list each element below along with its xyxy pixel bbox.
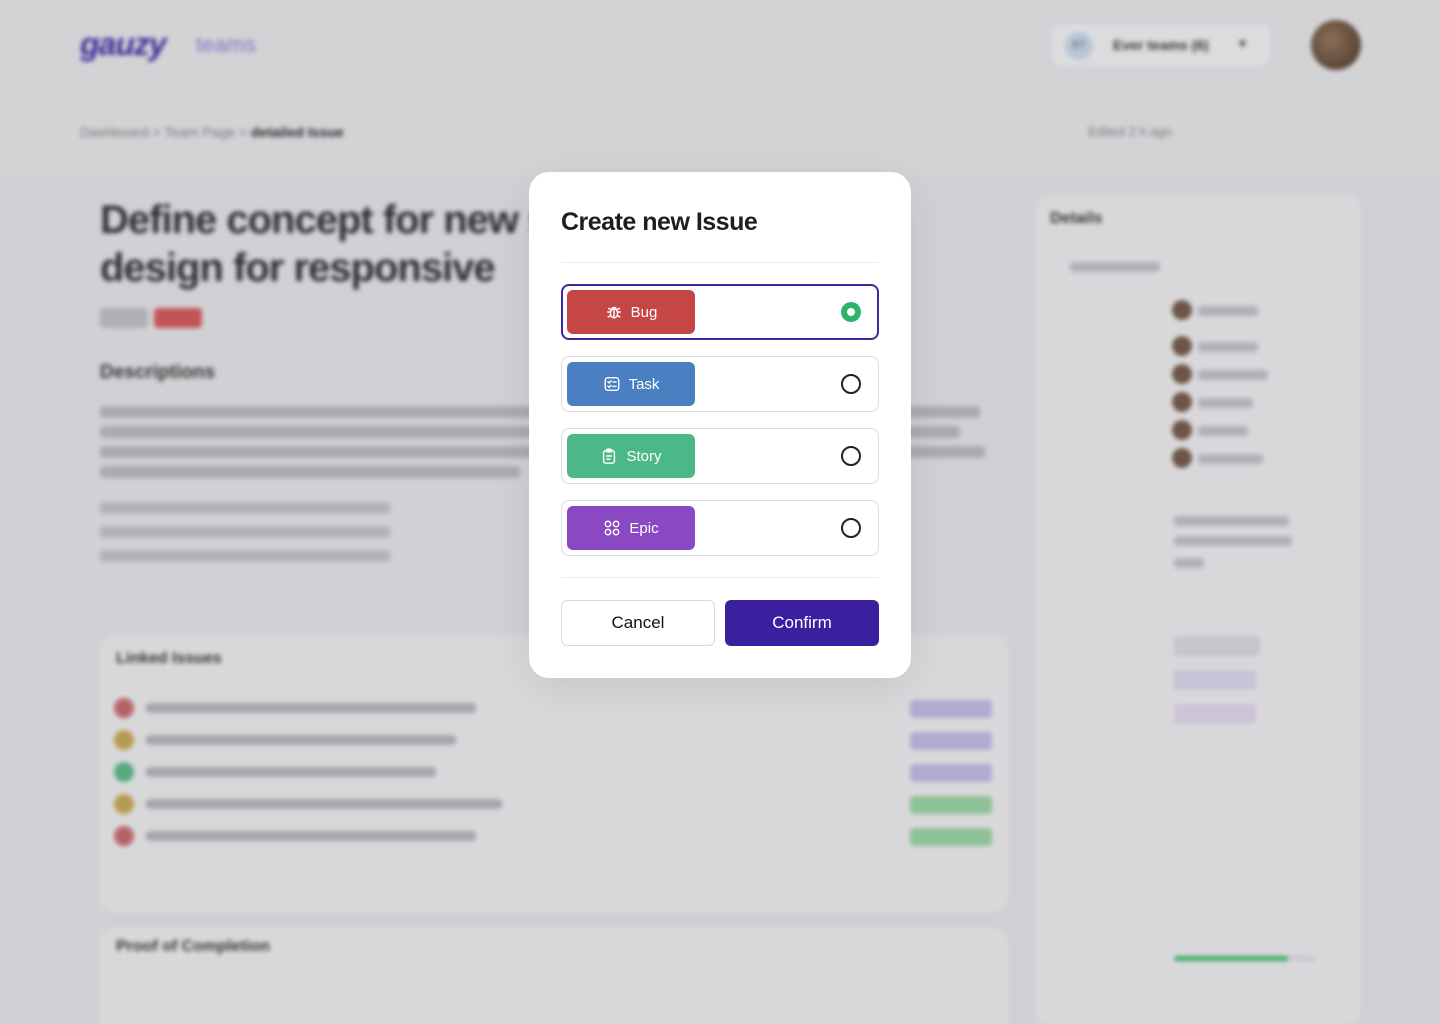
issue-type-option-epic[interactable]: Epic (561, 500, 879, 556)
confirm-button[interactable]: Confirm (725, 600, 879, 646)
bug-icon (606, 306, 621, 319)
cancel-button[interactable]: Cancel (561, 600, 715, 646)
issue-type-chip: Epic (567, 506, 695, 550)
issue-type-chip: Task (567, 362, 695, 406)
task-icon (604, 376, 620, 392)
issue-type-label: Task (628, 375, 660, 393)
divider (561, 262, 879, 263)
issue-type-chip: Story (567, 434, 695, 478)
issue-type-label: Bug (630, 303, 658, 321)
issue-type-label: Epic (629, 519, 659, 537)
divider (561, 577, 879, 578)
issue-type-label: Story (626, 447, 662, 465)
issue-type-option-task[interactable]: Task (561, 356, 879, 412)
issue-type-chip: Bug (567, 290, 695, 334)
create-issue-modal: Create new Issue Bug Task Story Epic Can… (529, 172, 911, 678)
epic-icon (604, 520, 620, 536)
radio-unselected[interactable] (841, 374, 861, 394)
radio-unselected[interactable] (841, 518, 861, 538)
issue-type-option-story[interactable]: Story (561, 428, 879, 484)
radio-selected[interactable] (841, 302, 861, 322)
modal-title: Create new Issue (561, 208, 758, 236)
story-icon (603, 448, 616, 464)
radio-unselected[interactable] (841, 446, 861, 466)
issue-type-option-bug[interactable]: Bug (561, 284, 879, 340)
